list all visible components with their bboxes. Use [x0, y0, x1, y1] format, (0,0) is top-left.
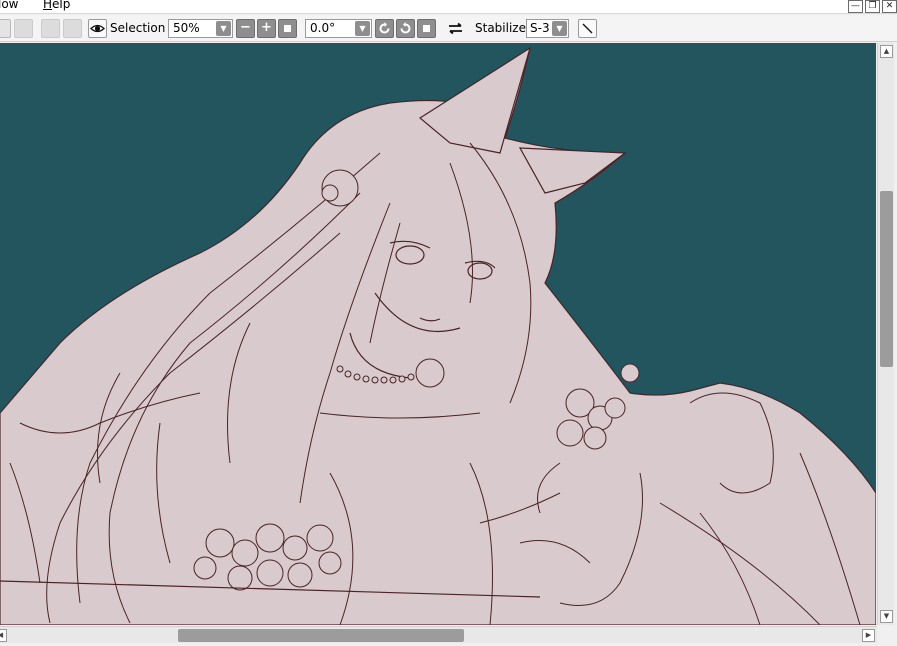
chevron-right-icon: ▶: [865, 631, 872, 639]
rotate-right-button[interactable]: [396, 19, 415, 38]
toolbar-button-disabled-2[interactable]: [41, 19, 60, 38]
plus-icon: +: [261, 20, 272, 35]
scroll-down-button[interactable]: ▼: [880, 610, 893, 623]
flip-horizontal-button[interactable]: [446, 19, 465, 38]
scroll-right-button[interactable]: ▶: [862, 629, 875, 642]
rotation-value: 0.0°: [310, 21, 336, 35]
vertical-scrollbar[interactable]: ▲ ▼: [877, 43, 894, 625]
flip-horizontal-icon: [449, 22, 462, 35]
chevron-down-icon: ▼: [216, 21, 231, 36]
square-icon: [423, 25, 430, 32]
chevron-down-icon: ▼: [552, 21, 567, 36]
scroll-up-button[interactable]: ▲: [880, 45, 893, 58]
horizontal-scrollbar[interactable]: ◀ ▶: [0, 626, 877, 643]
menu-help-accel: H: [43, 0, 53, 11]
toolbar-button-disabled-1[interactable]: [14, 19, 33, 38]
window-controls: — ❐ ✕: [848, 0, 897, 14]
line-art-illustration: [0, 46, 876, 625]
chevron-down-icon: ▼: [355, 21, 370, 36]
pen-mode-button[interactable]: [578, 19, 597, 38]
zoom-combo[interactable]: 50% ▼: [168, 19, 233, 38]
restore-icon: ❐: [868, 1, 877, 11]
selection-visibility-button[interactable]: [88, 19, 107, 38]
zoom-out-button[interactable]: −: [236, 19, 255, 38]
zoom-in-button[interactable]: +: [257, 19, 276, 38]
toolbar: Selection 50% ▼ − + 0.0° ▼ Stabilizer S-…: [0, 15, 897, 42]
rotate-left-button[interactable]: [375, 19, 394, 38]
stabilizer-label: Stabilizer: [475, 21, 531, 35]
rotate-reset-button[interactable]: [417, 19, 436, 38]
minimize-button[interactable]: —: [848, 0, 863, 13]
selection-label: Selection: [110, 21, 166, 35]
vertical-scroll-thumb[interactable]: [880, 191, 893, 367]
chevron-up-icon: ▲: [883, 47, 890, 55]
menu-window[interactable]: low: [0, 0, 19, 11]
rotation-combo[interactable]: 0.0° ▼: [305, 19, 372, 38]
scrollbar-corner: [877, 626, 897, 646]
menu-help-label-rest: elp: [52, 0, 71, 11]
menubar: low Help — ❐ ✕: [0, 0, 897, 14]
toolbar-button-partial[interactable]: [0, 19, 11, 38]
toolbar-button-disabled-3[interactable]: [63, 19, 82, 38]
menu-window-label-rest: low: [0, 0, 19, 11]
scroll-left-button[interactable]: ◀: [0, 629, 7, 642]
minus-icon: −: [240, 20, 251, 35]
close-icon: ✕: [885, 1, 894, 11]
minimize-icon: —: [851, 1, 860, 11]
close-button[interactable]: ✕: [882, 0, 897, 13]
chevron-down-icon: ▼: [883, 612, 890, 620]
chevron-left-icon: ◀: [0, 631, 4, 639]
restore-button[interactable]: ❐: [865, 0, 880, 13]
zoom-value: 50%: [173, 21, 200, 35]
drawing-canvas[interactable]: [0, 43, 876, 625]
figure-fill: [0, 46, 876, 625]
rotate-ccw-icon: [379, 22, 390, 34]
eye-icon: [90, 24, 105, 33]
stabilizer-combo[interactable]: S-3 ▼: [526, 19, 569, 38]
zoom-reset-button[interactable]: [278, 19, 297, 38]
horizontal-scroll-thumb[interactable]: [178, 629, 464, 642]
menu-help[interactable]: Help: [43, 0, 70, 11]
square-icon: [284, 25, 291, 32]
pen-line-icon: [582, 23, 593, 34]
stabilizer-value: S-3: [530, 21, 550, 35]
rotate-cw-icon: [400, 22, 411, 34]
